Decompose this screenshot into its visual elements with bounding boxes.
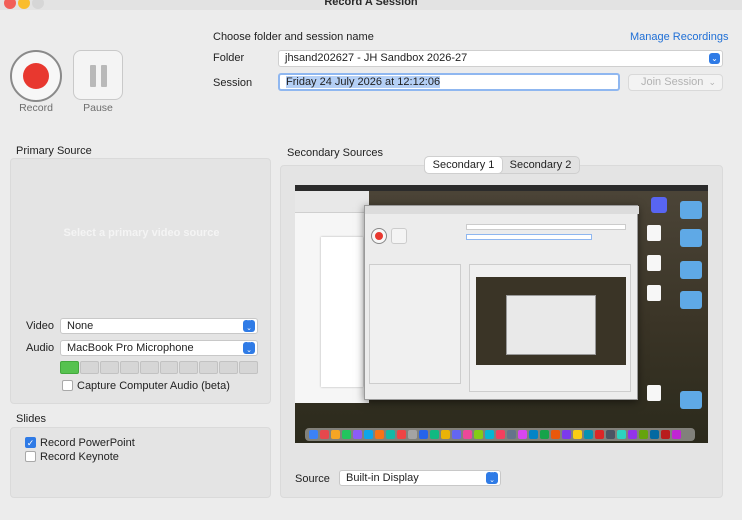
tab-secondary-2[interactable]: Secondary 2 bbox=[502, 157, 579, 173]
dock-app-icon bbox=[595, 430, 604, 439]
dock-app-icon bbox=[452, 430, 461, 439]
record-powerpoint-checkbox[interactable]: ✓ bbox=[25, 437, 36, 448]
updown-chevron-icon: ⌃ ⌄ bbox=[243, 341, 255, 354]
source-label: Source bbox=[295, 473, 330, 485]
secondary-source-value: Built-in Display bbox=[346, 472, 419, 484]
join-session-button[interactable]: Join Session ⌄ bbox=[628, 74, 723, 91]
dock-app-icon bbox=[397, 430, 406, 439]
capture-audio-checkbox[interactable] bbox=[62, 380, 73, 391]
record-button-label: Record bbox=[19, 102, 53, 114]
dock-app-icon bbox=[562, 430, 571, 439]
video-source-value: None bbox=[67, 320, 94, 332]
dock-app-icon bbox=[518, 430, 527, 439]
session-name-value: Friday 24 July 2026 at 12:12:06 bbox=[286, 76, 441, 88]
dock-app-icon bbox=[606, 430, 615, 439]
primary-source-title: Primary Source bbox=[16, 145, 92, 157]
folder-select-value: jhsand202627 - JH Sandbox 2026-27 bbox=[285, 52, 468, 64]
audio-meter-cell bbox=[239, 361, 259, 374]
audio-meter-cell bbox=[199, 361, 219, 374]
dock-app-icon bbox=[507, 430, 516, 439]
dock-app-icon bbox=[386, 430, 395, 439]
preview-document-window bbox=[295, 191, 369, 403]
title-bar: Record A Session bbox=[0, 0, 742, 10]
audio-label: Audio bbox=[26, 342, 55, 354]
audio-meter-cell bbox=[60, 361, 79, 374]
video-source-select[interactable]: None ⌃ ⌄ bbox=[60, 318, 258, 334]
join-session-label: Join Session bbox=[641, 76, 704, 88]
dock-app-icon bbox=[309, 430, 318, 439]
record-keynote-label: Record Keynote bbox=[40, 451, 119, 463]
audio-meter-cell bbox=[179, 361, 199, 374]
dock-app-icon bbox=[639, 430, 648, 439]
audio-meter-cell bbox=[159, 361, 179, 374]
chevron-down-icon: ⌄ bbox=[709, 53, 720, 64]
record-button[interactable] bbox=[10, 50, 62, 102]
dock-app-icon bbox=[430, 430, 439, 439]
secondary-tabs: Secondary 1 Secondary 2 bbox=[424, 156, 580, 174]
record-icon bbox=[23, 63, 49, 89]
pause-button-label: Pause bbox=[83, 102, 113, 114]
dock-app-icon bbox=[661, 430, 670, 439]
audio-source-select[interactable]: MacBook Pro Microphone ⌃ ⌄ bbox=[60, 340, 258, 356]
dock-app-icon bbox=[496, 430, 505, 439]
dock-app-icon bbox=[485, 430, 494, 439]
session-name-input[interactable]: Friday 24 July 2026 at 12:12:06 bbox=[278, 73, 620, 91]
dock-app-icon bbox=[375, 430, 384, 439]
primary-video-placeholder: Select a primary video source bbox=[63, 227, 220, 239]
folder-session-heading: Choose folder and session name bbox=[213, 31, 374, 43]
screen-preview bbox=[295, 185, 708, 443]
updown-chevron-icon: ⌃ ⌄ bbox=[486, 471, 498, 484]
audio-meter-cell bbox=[99, 361, 119, 374]
dock-app-icon bbox=[474, 430, 483, 439]
dock-app-icon bbox=[628, 430, 637, 439]
dock-app-icon bbox=[331, 430, 340, 439]
window-title: Record A Session bbox=[324, 0, 418, 8]
dock-app-icon bbox=[342, 430, 351, 439]
video-label: Video bbox=[26, 320, 54, 332]
manage-recordings-link[interactable]: Manage Recordings bbox=[630, 31, 728, 43]
tab-secondary-1[interactable]: Secondary 1 bbox=[425, 157, 502, 173]
folder-select[interactable]: jhsand202627 - JH Sandbox 2026-27 ⌄ bbox=[278, 50, 723, 67]
updown-chevron-icon: ⌃ ⌄ bbox=[243, 319, 255, 332]
slides-title: Slides bbox=[16, 413, 46, 425]
audio-meter-cell bbox=[139, 361, 159, 374]
audio-meter-cell bbox=[119, 361, 139, 374]
record-keynote-checkbox[interactable] bbox=[25, 451, 36, 462]
dock-app-icon bbox=[419, 430, 428, 439]
dock-app-icon bbox=[551, 430, 560, 439]
preview-dock bbox=[305, 428, 695, 441]
dock-app-icon bbox=[573, 430, 582, 439]
dock-app-icon bbox=[463, 430, 472, 439]
secondary-sources-title: Secondary Sources bbox=[287, 147, 383, 159]
session-label: Session bbox=[213, 77, 253, 89]
pause-button[interactable] bbox=[73, 50, 123, 100]
capture-audio-label: Capture Computer Audio (beta) bbox=[77, 380, 230, 392]
chevron-down-icon: ⌄ bbox=[708, 77, 716, 87]
record-powerpoint-label: Record PowerPoint bbox=[40, 437, 135, 449]
folder-label: Folder bbox=[213, 52, 245, 64]
dock-app-icon bbox=[353, 430, 362, 439]
dock-app-icon bbox=[650, 430, 659, 439]
dock-app-icon bbox=[441, 430, 450, 439]
preview-nested-window bbox=[364, 205, 639, 400]
secondary-source-select[interactable]: Built-in Display ⌃ ⌄ bbox=[339, 470, 501, 486]
dock-app-icon bbox=[672, 430, 681, 439]
dock-app-icon bbox=[617, 430, 626, 439]
discord-icon bbox=[651, 197, 667, 213]
dock-app-icon bbox=[364, 430, 373, 439]
dock-app-icon bbox=[584, 430, 593, 439]
audio-meter-cell bbox=[79, 361, 99, 374]
audio-meter-cell bbox=[219, 361, 239, 374]
audio-level-meter bbox=[60, 361, 259, 374]
dock-app-icon bbox=[540, 430, 549, 439]
dock-app-icon bbox=[320, 430, 329, 439]
dock-app-icon bbox=[408, 430, 417, 439]
dock-app-icon bbox=[529, 430, 538, 439]
audio-source-value: MacBook Pro Microphone bbox=[67, 342, 194, 354]
